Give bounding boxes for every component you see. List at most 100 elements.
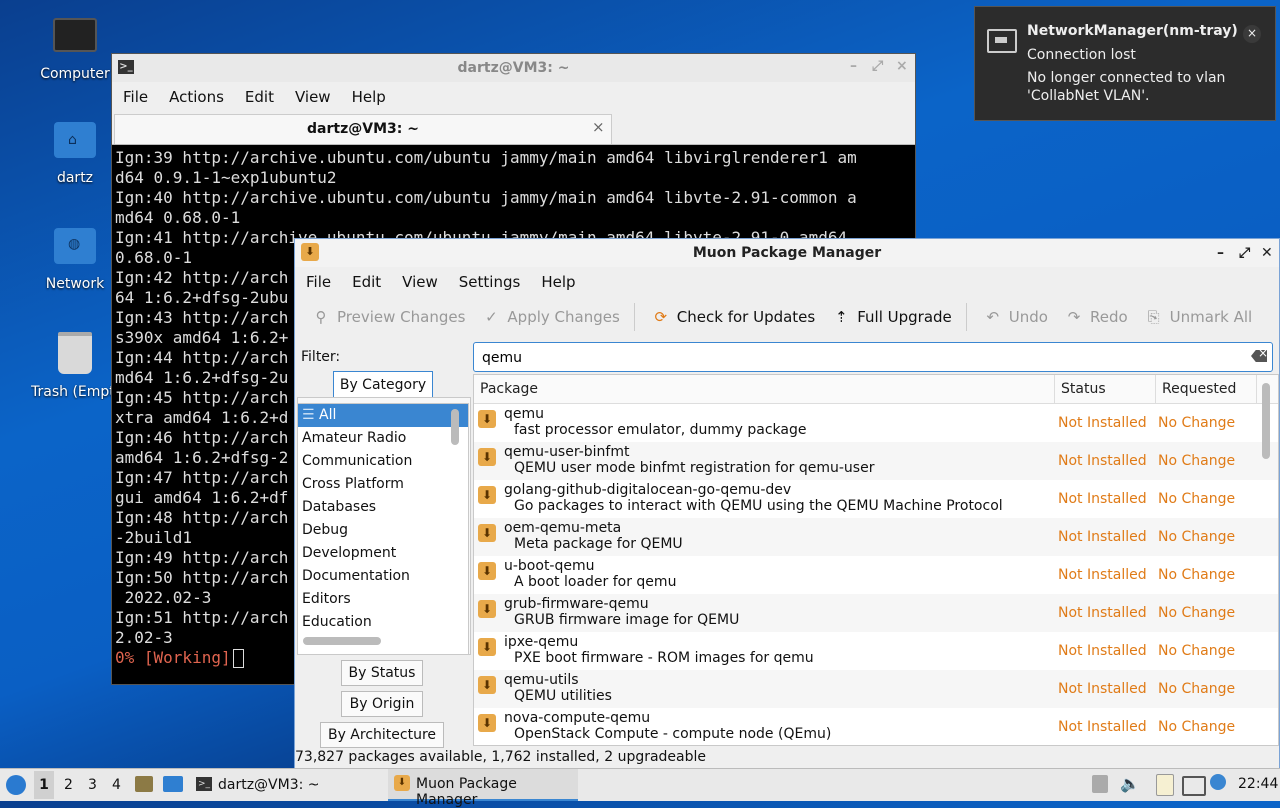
check-for-updates-button[interactable]: ⟳ Check for Updates — [653, 308, 815, 326]
package-requested: No Change — [1158, 529, 1236, 545]
table-row[interactable]: ⬇ qemu-utils QEMU utilities Not Installed No… — [474, 670, 1278, 708]
menu-file[interactable]: File — [306, 273, 331, 291]
close-icon[interactable]: ✕ — [1261, 245, 1273, 261]
muon-titlebar[interactable]: ⬇ Muon Package Manager – ⤢ ✕ — [295, 239, 1279, 267]
table-row[interactable]: ⬇ ipxe-qemu PXE boot firmware - ROM images… — [474, 632, 1278, 670]
package-name: qemu — [504, 406, 545, 422]
package-cell: ⬇ qemu fast processor emulator, dummy pack… — [474, 404, 1054, 442]
package-description: A boot loader for qemu — [514, 574, 677, 590]
notification-popup[interactable]: NetworkManager(nm-tray) Connection lost … — [974, 6, 1276, 121]
clear-icon[interactable] — [1251, 350, 1267, 362]
category-hscrollbar[interactable] — [303, 637, 381, 645]
update-notifier-icon[interactable] — [1210, 774, 1226, 790]
category-item[interactable]: ☰ All — [298, 404, 468, 427]
check-icon: ✓ — [485, 308, 498, 326]
column-package[interactable]: Package — [474, 375, 1055, 403]
notification-close-icon[interactable]: × — [1243, 25, 1261, 43]
package-requested: No Change — [1158, 415, 1236, 431]
tab-by-architecture[interactable]: By Architecture — [320, 722, 444, 748]
category-item[interactable]: Editors — [298, 588, 468, 611]
undo-button[interactable]: ↶ Undo — [985, 308, 1048, 326]
table-row[interactable]: ⬇ nova-compute-qemu OpenStack Compute - co… — [474, 708, 1278, 745]
network-tray-icon[interactable] — [1182, 776, 1206, 796]
category-item[interactable]: Development — [298, 542, 468, 565]
unmark-all-button[interactable]: ⎘ Unmark All — [1146, 308, 1253, 326]
table-row[interactable]: ⬇ qemu-user-binfmt QEMU user mode binfmt r… — [474, 442, 1278, 480]
minimize-icon[interactable]: – — [1217, 245, 1224, 261]
table-row[interactable]: ⬇ oem-qemu-meta Meta package for QEMU Not I… — [474, 518, 1278, 556]
volume-icon[interactable]: 🔈 — [1120, 774, 1140, 793]
menu-help[interactable]: Help — [541, 273, 575, 291]
package-status: Not Installed — [1058, 643, 1147, 659]
menu-actions[interactable]: Actions — [169, 88, 224, 106]
category-item[interactable]: Amateur Radio — [298, 427, 468, 450]
tab-close-icon[interactable]: × — [592, 118, 605, 136]
undo-icon: ↶ — [986, 308, 1000, 326]
package-download-icon: ⬇ — [478, 410, 496, 428]
full-upgrade-button[interactable]: ⇡ Full Upgrade — [833, 308, 952, 326]
menu-file[interactable]: File — [123, 88, 148, 106]
category-item[interactable]: Databases — [298, 496, 468, 519]
terminal-titlebar[interactable]: >_ dartz@VM3: ~ – ⤢ × — [112, 54, 915, 82]
column-status[interactable]: Status — [1055, 375, 1156, 403]
muon-window[interactable]: ⬇ Muon Package Manager – ⤢ ✕ File Edit V… — [294, 238, 1280, 770]
category-item[interactable]: Communication — [298, 450, 468, 473]
preview-changes-button[interactable]: ⚲ Preview Changes — [313, 308, 466, 326]
minimize-icon[interactable]: – — [850, 58, 857, 74]
tab-by-category[interactable]: By Category — [333, 371, 433, 399]
redo-button[interactable]: ↷ Redo — [1066, 308, 1128, 326]
desktop-icon-network[interactable]: ◍ Network — [27, 228, 123, 292]
package-status: Not Installed — [1058, 415, 1147, 431]
table-row[interactable]: ⬇ golang-github-digitalocean-go-qemu-dev G… — [474, 480, 1278, 518]
category-item[interactable]: Documentation — [298, 565, 468, 588]
desktop-icon-trash[interactable]: Trash (Empty) — [27, 332, 123, 400]
tab-by-status[interactable]: By Status — [341, 660, 423, 686]
workspace-3[interactable]: 3 — [88, 777, 97, 793]
workspace-4[interactable]: 4 — [112, 777, 121, 793]
filter-input[interactable] — [480, 349, 1244, 367]
menu-edit[interactable]: Edit — [245, 88, 274, 106]
desktop-icon-home[interactable]: ⌂ dartz — [27, 122, 123, 186]
menu-edit[interactable]: Edit — [352, 273, 381, 291]
tray-arrow-icon[interactable] — [1092, 775, 1108, 793]
filter-field[interactable] — [473, 342, 1273, 372]
category-list[interactable]: ☰ All Amateur Radio Communication Cross Pla… — [297, 403, 469, 655]
category-item[interactable]: Debug — [298, 519, 468, 542]
table-row[interactable]: ⬇ grub-firmware-qemu GRUB firmware image f… — [474, 594, 1278, 632]
maximize-icon[interactable]: ⤢ — [1239, 245, 1250, 261]
menu-view[interactable]: View — [295, 88, 331, 106]
package-table[interactable]: Package Status Requested ⬇ qemu fast proce… — [473, 374, 1279, 746]
menu-settings[interactable]: Settings — [459, 273, 521, 291]
package-description: Go packages to interact with QEMU using … — [514, 498, 1003, 514]
category-item-label: Debug — [302, 522, 349, 538]
close-icon[interactable]: × — [896, 58, 908, 74]
task-muon-label: Muon Package Manager — [416, 776, 517, 808]
terminal-tab[interactable]: dartz@VM3: ~ — [114, 114, 612, 144]
desktop-icon-computer[interactable]: Computer — [27, 18, 123, 82]
workspace-1[interactable]: 1 — [34, 771, 54, 799]
package-cell: ⬇ nova-compute-qemu OpenStack Compute - co… — [474, 708, 1054, 745]
show-desktop-icon[interactable] — [163, 776, 183, 792]
menu-view[interactable]: View — [402, 273, 438, 291]
workspace-2[interactable]: 2 — [64, 777, 73, 793]
start-menu-icon[interactable] — [6, 775, 26, 795]
category-item-label: Education — [302, 614, 372, 630]
column-requested[interactable]: Requested — [1156, 375, 1257, 403]
filter-label: Filter: — [301, 349, 341, 365]
package-download-icon: ⬇ — [478, 562, 496, 580]
category-item[interactable]: Cross Platform — [298, 473, 468, 496]
package-vscrollbar[interactable] — [1262, 383, 1270, 459]
clipboard-icon[interactable] — [1156, 774, 1174, 796]
category-item[interactable]: Education — [298, 611, 468, 634]
table-row[interactable]: ⬇ qemu fast processor emulator, dummy pack… — [474, 404, 1278, 442]
category-vscrollbar[interactable] — [451, 409, 459, 445]
table-row[interactable]: ⬇ u-boot-qemu A boot loader for qemu Not In… — [474, 556, 1278, 594]
trash-icon — [58, 332, 92, 374]
maximize-icon[interactable]: ⤢ — [872, 58, 883, 74]
task-terminal[interactable]: >_ dartz@VM3: ~ — [192, 771, 376, 799]
menu-help[interactable]: Help — [352, 88, 386, 106]
task-muon[interactable]: ⬇ Muon Package Manager — [388, 769, 578, 808]
tab-by-origin[interactable]: By Origin — [341, 691, 423, 717]
file-manager-icon[interactable] — [135, 776, 153, 792]
apply-changes-button[interactable]: ✓ Apply Changes — [483, 308, 620, 326]
